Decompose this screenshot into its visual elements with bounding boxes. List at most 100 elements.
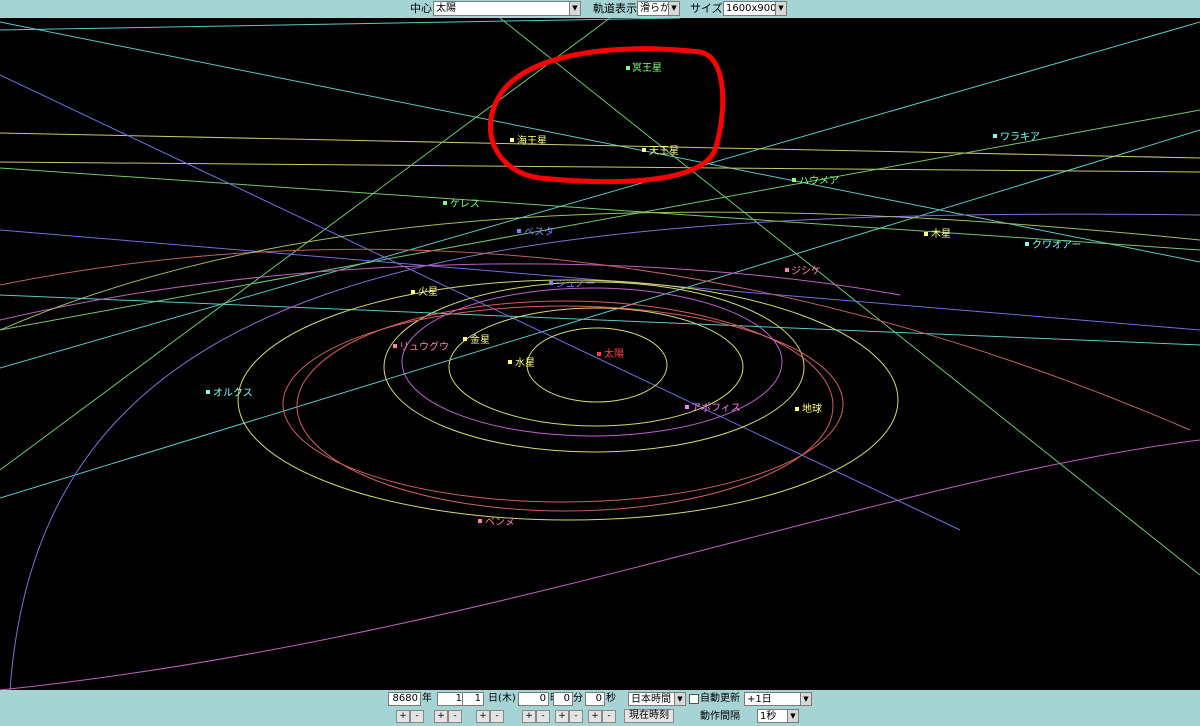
hour-minus-button[interactable]: -: [536, 710, 550, 723]
chevron-down-icon: ▼: [800, 693, 811, 705]
orbit-mars: [237, 279, 899, 521]
label-vesta: ベスタ: [524, 226, 554, 238]
label-mercury: 水星: [515, 357, 535, 369]
interval-select[interactable]: 1秒 ▼: [757, 709, 799, 723]
orbit-path: [0, 439, 1200, 690]
jupiter-marker: [924, 232, 928, 236]
haumea-marker: [792, 178, 796, 182]
hour-input[interactable]: 0: [518, 692, 549, 706]
label-ceres: ケレス: [450, 198, 480, 210]
orbit-path: [0, 211, 1200, 331]
label-apophis: アポフィス: [691, 402, 741, 414]
orbit-line: [0, 161, 1200, 173]
ceres-marker: [443, 201, 447, 205]
month-minus-button[interactable]: -: [448, 710, 462, 723]
orbit-path: [0, 248, 1191, 431]
label-earth: 地球: [802, 402, 822, 415]
orbit-line: [0, 294, 1200, 346]
uranus-marker: [642, 148, 646, 152]
apophis-marker: [685, 405, 689, 409]
day-input[interactable]: 1: [462, 692, 484, 706]
second-unit: 秒: [606, 693, 616, 704]
second-plus-button[interactable]: +: [588, 710, 602, 723]
venus-marker: [463, 337, 467, 341]
year-minus-button[interactable]: -: [410, 710, 424, 723]
size-select[interactable]: 1600x900 ▼: [723, 1, 787, 16]
second-input[interactable]: 0: [585, 692, 605, 706]
chevron-down-icon: ▼: [775, 2, 786, 15]
orbit-mercury: [526, 327, 668, 403]
auto-update-label: 自動更新: [700, 693, 740, 704]
step-select[interactable]: +1日 ▼: [744, 692, 812, 706]
timezone-select[interactable]: 日本時間 ▼: [628, 692, 686, 706]
minute-unit: 分: [573, 693, 583, 704]
day-plus-button[interactable]: +: [476, 710, 490, 723]
center-select[interactable]: 太陽 ▼: [433, 1, 581, 16]
sun-marker: [597, 352, 601, 356]
top-toolbar: 中心 太陽 ▼ 軌道表示 滑らか ▼ サイズ 1600x900 ▼: [0, 0, 1200, 18]
orbit-select[interactable]: 滑らか ▼: [637, 1, 680, 16]
day-minus-button[interactable]: -: [490, 710, 504, 723]
orbit-line: [0, 21, 1200, 369]
minute-minus-button[interactable]: -: [569, 710, 583, 723]
timezone-value: 日本時間: [631, 694, 671, 705]
label-ixion: ワラキア: [1000, 131, 1040, 143]
year-unit: 年: [422, 693, 432, 704]
center-label: 中心: [410, 2, 432, 15]
orbit-diagram: 太陽 水星 金星 地球 火星 木星 天王星 海王星 冥王星 ケレス ベスタ ジュ…: [0, 18, 1200, 690]
orbit-select-value: 滑らか: [640, 3, 670, 14]
size-label: サイズ: [690, 2, 723, 15]
orbit-line: [0, 109, 1200, 331]
mercury-marker: [508, 360, 512, 364]
minute-plus-button[interactable]: +: [555, 710, 569, 723]
step-value: +1日: [747, 694, 772, 705]
mars-marker: [411, 290, 415, 294]
hour-plus-button[interactable]: +: [522, 710, 536, 723]
orbit-line: [499, 18, 1200, 576]
neptune-marker: [510, 138, 514, 142]
label-itokawa: ジシケ: [791, 265, 821, 277]
month-input[interactable]: 1: [437, 692, 465, 706]
ixion-marker: [993, 134, 997, 138]
orbit-line: [0, 18, 611, 471]
minute-input[interactable]: 0: [553, 692, 573, 706]
year-input[interactable]: 8680: [388, 692, 421, 706]
orcus-marker: [206, 390, 210, 394]
interval-label: 動作間隔: [700, 711, 740, 722]
chevron-down-icon: ▼: [668, 2, 679, 15]
day-unit: 日(木): [488, 693, 516, 704]
label-pluto: 冥王星: [632, 62, 662, 74]
second-minus-button[interactable]: -: [602, 710, 616, 723]
label-juno: ジュノー: [556, 279, 595, 290]
orbit-line: [0, 229, 1200, 331]
orbit-canvas[interactable]: 太陽 水星 金星 地球 火星 木星 天王星 海王星 冥王星 ケレス ベスタ ジュ…: [0, 18, 1200, 690]
auto-update-checkbox[interactable]: [689, 694, 699, 704]
label-orcus: オルクス: [213, 387, 253, 399]
label-sun: 太陽: [604, 347, 624, 360]
bottom-controls: 8680 年 1 月 1 日(木) 0 時 0 分 0 秒 日本時間 ▼ 自動更…: [0, 690, 1200, 726]
chevron-down-icon: ▼: [787, 710, 798, 722]
size-select-value: 1600x900: [726, 3, 777, 14]
itokawa-marker: [785, 268, 789, 272]
ryugu-marker: [393, 344, 397, 348]
chevron-down-icon: ▼: [674, 693, 685, 705]
orbit-label: 軌道表示: [593, 2, 637, 15]
label-haumea: ハウメア: [799, 175, 839, 187]
vesta-marker: [517, 229, 521, 233]
quaoar-marker: [1025, 242, 1029, 246]
label-jupiter: 木星: [931, 228, 951, 240]
orbit-ryugu: [296, 300, 834, 512]
month-plus-button[interactable]: +: [434, 710, 448, 723]
now-button[interactable]: 現在時刻: [624, 709, 674, 723]
label-quaoar: クワオアー: [1032, 239, 1081, 251]
orbit-line: [0, 129, 1200, 499]
bennu-marker: [478, 519, 482, 523]
label-uranus: 天王星: [649, 145, 679, 157]
earth-marker: [795, 407, 799, 411]
chevron-down-icon: ▼: [569, 2, 580, 15]
center-select-value: 太陽: [436, 3, 456, 14]
highlight-circle: [488, 46, 726, 185]
label-mars: 火星: [418, 286, 438, 298]
juno-marker: [549, 281, 553, 285]
year-plus-button[interactable]: +: [396, 710, 410, 723]
